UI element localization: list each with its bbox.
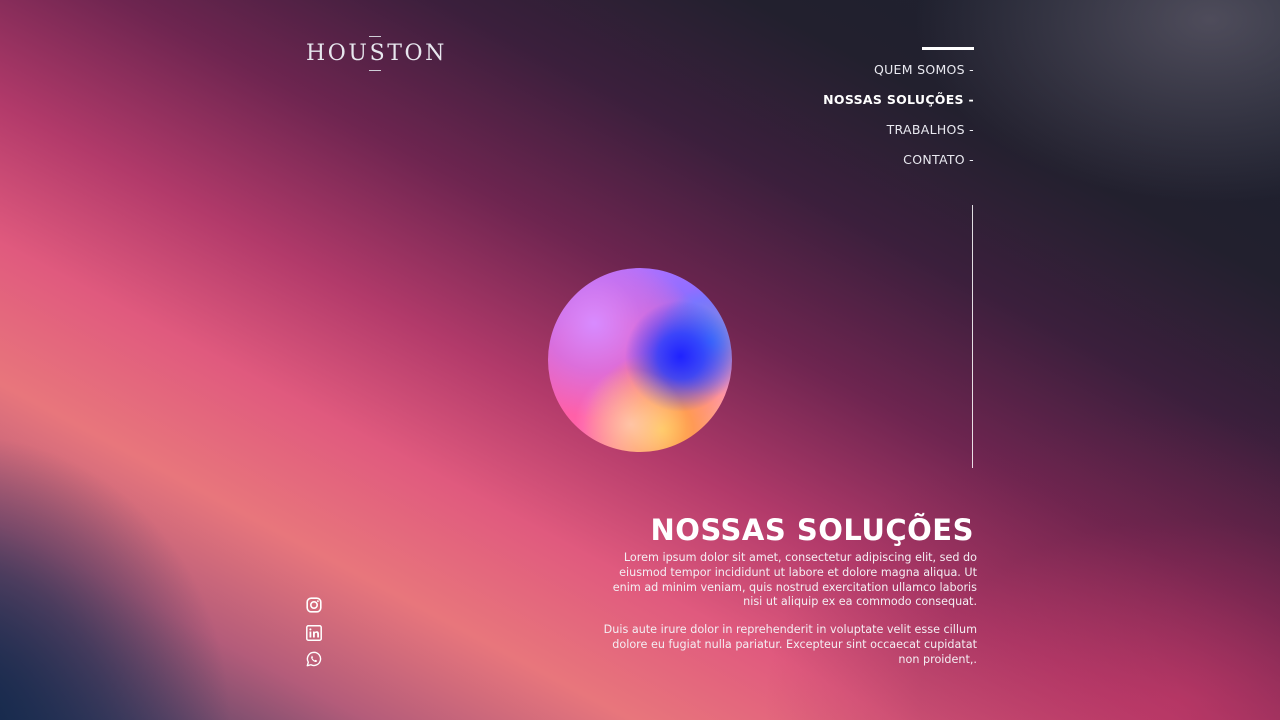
instagram-icon[interactable] xyxy=(306,597,322,613)
logo-text: HOUSTON xyxy=(306,41,447,66)
section-paragraph-2: Duis aute irure dolor in reprehenderit i… xyxy=(603,623,977,666)
whatsapp-icon[interactable] xyxy=(306,651,322,667)
nav-item-contato[interactable]: CONTATO - xyxy=(823,150,974,180)
nav-item-trabalhos[interactable]: TRABALHOS - xyxy=(823,120,974,150)
houston-logo[interactable]: HOUSTON xyxy=(306,36,444,74)
nav-indicator-line xyxy=(922,47,974,50)
nav-item-quem-somos[interactable]: QUEM SOMOS - xyxy=(823,60,974,90)
main-nav: QUEM SOMOS - NOSSAS SOLUÇÕES - TRABALHOS… xyxy=(823,60,974,180)
logo-top-bar xyxy=(369,36,381,37)
section-paragraph-1: Lorem ipsum dolor sit amet, consectetur … xyxy=(612,551,977,609)
nav-item-nossas-solucoes[interactable]: NOSSAS SOLUÇÕES - xyxy=(823,90,974,120)
vertical-divider xyxy=(972,205,973,468)
gradient-sphere-shine xyxy=(548,268,732,452)
logo-bottom-bar xyxy=(369,70,381,71)
section-title: NOSSAS SOLUÇÕES xyxy=(650,513,974,548)
linkedin-icon[interactable] xyxy=(306,625,322,641)
